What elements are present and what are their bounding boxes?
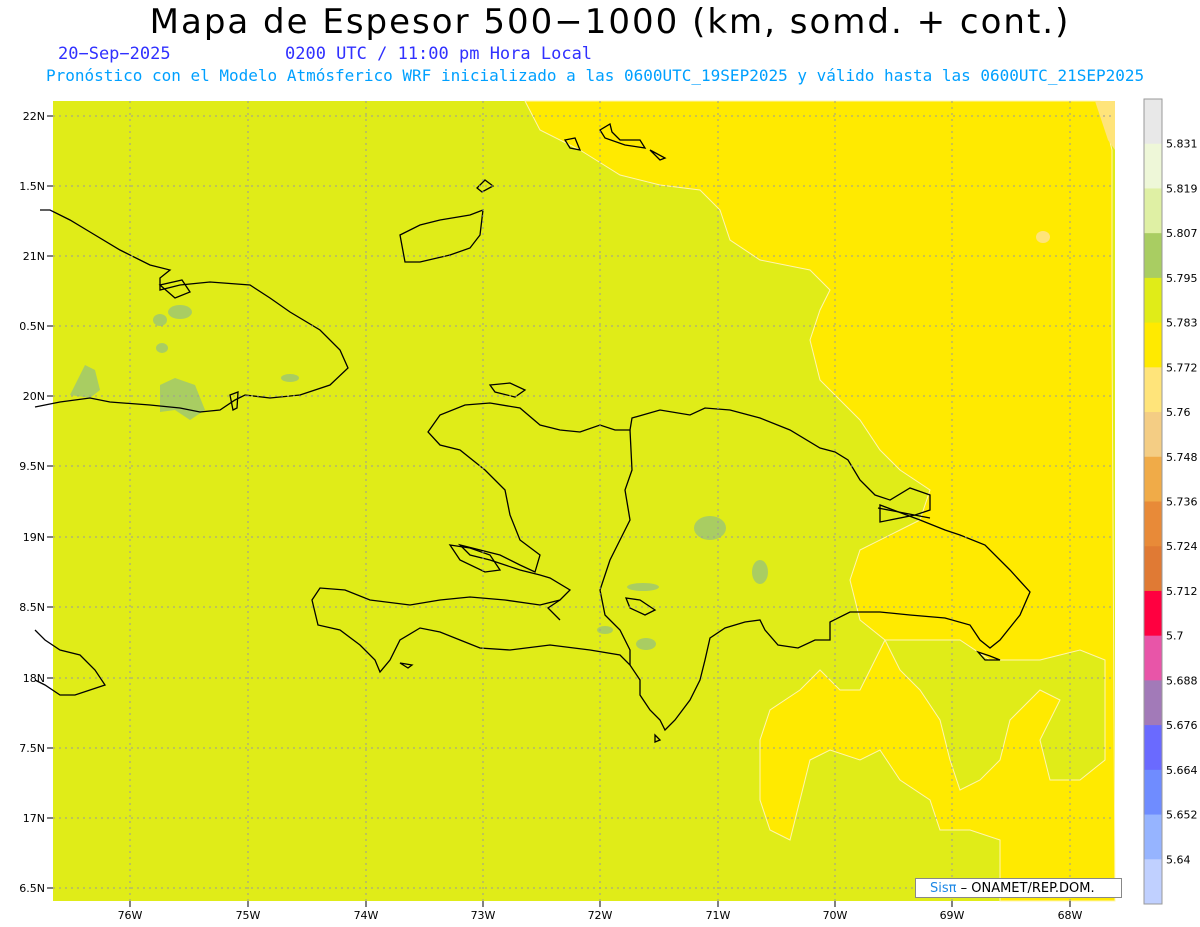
latitude-labels: 22N 1.5N 21N 0.5N 20N 9.5N 19N 8.5N 18N … [19,110,45,895]
credit-text: – ONAMET/REP.DOM. [960,881,1095,896]
lon-label: 70W [823,909,848,922]
contour-spot [1036,231,1050,243]
lon-label: 74W [354,909,379,922]
lat-label: 19N [23,531,45,544]
lat-label: 8.5N [19,601,45,614]
colorbar-swatch [1144,635,1162,681]
lon-label: 75W [236,909,261,922]
colorbar-label: 5.819 [1166,182,1198,195]
colorbar-label: 5.748 [1166,451,1198,464]
colorbar-swatch [1144,412,1162,458]
colorbar-swatch [1144,233,1162,279]
sispi-logo: Sisπ [930,881,957,896]
colorbar-swatch [1144,188,1162,234]
lat-label: 1.5N [19,180,45,193]
colorbar-label: 5.831 [1166,138,1198,151]
colorbar-swatch [1144,859,1162,905]
colorbar-label: 5.724 [1166,540,1198,553]
colorbar-label: 5.783 [1166,317,1198,330]
lat-label: 9.5N [19,460,45,473]
colorbar-swatch [1144,501,1162,547]
lat-label: 7.5N [19,742,45,755]
colorbar-swatch [1144,725,1162,771]
lon-label: 72W [588,909,613,922]
lon-label: 73W [471,909,496,922]
lon-label: 71W [706,909,731,922]
colorbar-swatch [1144,322,1162,368]
colorbar-swatch [1144,367,1162,413]
longitude-labels: 76W 75W 74W 73W 72W 71W 70W 69W 68W [118,909,1083,922]
colorbar-swatch [1144,143,1162,189]
lat-label: 21N [23,250,45,263]
lon-label: 68W [1058,909,1083,922]
colorbar-label: 5.64 [1166,853,1191,866]
colorbar-label: 5.676 [1166,719,1198,732]
lon-label: 69W [940,909,965,922]
colorbar-label: 5.795 [1166,272,1198,285]
colorbar-label: 5.7 [1166,630,1184,643]
lat-label: 20N [23,390,45,403]
lat-label: 18N [23,672,45,685]
colorbar-label: 5.652 [1166,809,1198,822]
colorbar-label: 5.772 [1166,361,1198,374]
lat-label: 22N [23,110,45,123]
lat-label: 6.5N [19,882,45,895]
credit-box: Sisπ – ONAMET/REP.DOM. [915,878,1122,898]
lat-label: 0.5N [19,320,45,333]
colorbar-swatch [1144,680,1162,726]
lon-label: 76W [118,909,143,922]
colorbar-swatch [1144,99,1162,145]
colorbar-label: 5.736 [1166,496,1198,509]
colorbar-swatch [1144,769,1162,816]
colorbar-swatch [1144,590,1162,637]
thickness-map: 22N 1.5N 21N 0.5N 20N 9.5N 19N 8.5N 18N … [19,98,1198,922]
colorbar-label: 5.807 [1166,227,1198,240]
colorbar-label: 5.664 [1166,764,1198,777]
colorbar [1143,98,1163,905]
colorbar-swatch [1144,546,1162,592]
colorbar-swatch [1144,456,1162,502]
colorbar-swatch [1144,277,1162,324]
colorbar-label: 5.76 [1166,406,1191,419]
colorbar-swatch [1144,814,1162,860]
lat-label: 17N [23,812,45,825]
colorbar-label: 5.712 [1166,585,1198,598]
colorbar-label: 5.688 [1166,674,1198,687]
colorbar-labels: 5.831 5.819 5.807 5.795 5.783 5.772 5.76 5.748 5… [1166,138,1198,867]
